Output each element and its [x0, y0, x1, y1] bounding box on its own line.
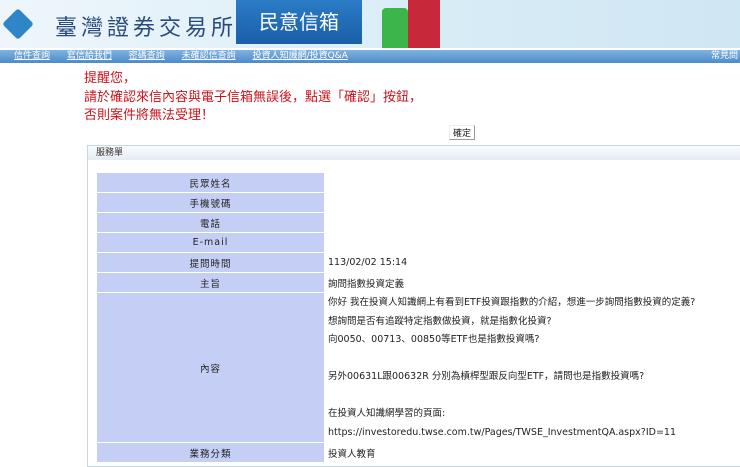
form-row-subject: 主旨 詢問指數投資定義 [97, 273, 740, 292]
nav-bar: 信件查詢 寫信給我們 密碼查詢 未確認信查詢 投資人知識網/投資Q&A 常見問 [0, 50, 740, 63]
field-value [324, 193, 740, 212]
nav-password-query[interactable]: 密碼查詢 [129, 51, 165, 61]
org-name: 臺灣證券交易所 [55, 16, 238, 41]
content-line [328, 387, 740, 406]
field-label: 電話 [97, 213, 324, 232]
panel-title: 服務單 [88, 146, 740, 160]
field-value: 投資人教育 [328, 448, 376, 460]
nav-faq[interactable]: 常見問 [711, 50, 738, 63]
notice-line: 請於確認來信內容與電子信箱無誤後，點選「確認」按鈕， [84, 89, 423, 105]
notice-line: 否則案件將無法受理！ [84, 108, 215, 123]
twse-logo-icon [2, 8, 34, 40]
notice: 提醒您， 請於確認來信內容與電子信箱無誤後，點選「確認」按鈕， 否則案件將無法受… [84, 70, 422, 126]
confirm-button[interactable]: 確定 [449, 125, 476, 140]
nav-investor-qa[interactable]: 投資人知識網/投資Q&A [253, 51, 348, 61]
nav-letter-query[interactable]: 信件查詢 [14, 51, 50, 61]
field-label: 民眾姓名 [97, 173, 324, 192]
content-line: 你好 我在投資人知識網上有看到ETF投資跟指數的介紹，想進一步詢問指數投資的定義… [328, 297, 696, 308]
form-row-mobile: 手機號碼 [97, 193, 740, 212]
field-label: 手機號碼 [97, 193, 324, 212]
field-label: 內容 [97, 293, 324, 442]
service-form-table: 民眾姓名 手機號碼 電話 E-mail 提問時間 113/02/02 15:14 主旨 詢問指… [97, 172, 740, 463]
content-line: https://investoredu.twse.com.tw/Pages/TW… [328, 426, 676, 438]
form-row-time: 提問時間 113/02/02 15:14 [97, 253, 740, 272]
content-line: 在投資人知識網學習的頁面: [328, 408, 446, 419]
site-header: 臺灣證券交易所 民意信箱 [0, 0, 740, 48]
content-line: 另外00631L跟00632R 分別為槓桿型跟反向型ETF，請問也是指數投資嗎? [328, 371, 645, 382]
content-line [328, 350, 740, 369]
notice-line: 提醒您， [84, 71, 137, 86]
field-label: 提問時間 [97, 253, 324, 272]
green-postbox-icon [382, 8, 408, 48]
form-row-phone: 電話 [97, 213, 740, 232]
field-label: 業務分類 [97, 443, 324, 462]
field-value: 詢問指數投資定義 [328, 278, 405, 290]
content-line: 向0050、00713、00850等ETF也是指數投資嗎? [328, 334, 540, 345]
nav-write-us[interactable]: 寫信給我們 [67, 51, 112, 61]
mailbox-title: 民意信箱 [236, 0, 362, 44]
form-row-email: E-mail [97, 233, 740, 252]
form-row-name: 民眾姓名 [97, 173, 740, 192]
field-label: E-mail [97, 233, 324, 252]
field-value: 113/02/02 15:14 [328, 257, 408, 268]
field-label: 主旨 [97, 273, 324, 292]
field-value [324, 173, 740, 192]
red-postbox-icon [408, 0, 440, 48]
field-value: 你好 我在投資人知識網上有看到ETF投資跟指數的介紹，想進一步詢問指數投資的定義… [324, 293, 740, 442]
nav-unconfirmed-query[interactable]: 未確認信查詢 [182, 51, 236, 61]
field-value [324, 233, 740, 252]
form-row-category: 業務分類 投資人教育 [97, 443, 740, 462]
form-row-content: 內容 你好 我在投資人知識網上有看到ETF投資跟指數的介紹，想進一步詢問指數投資的… [97, 293, 740, 442]
content-line: 想詢問是否有追蹤特定指數做投資，就是指數化投資? [328, 315, 552, 327]
field-value [324, 213, 740, 232]
